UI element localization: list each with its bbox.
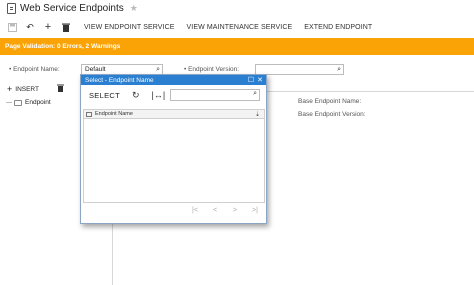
collapse-icon[interactable]: —: [6, 100, 12, 106]
base-endpoint-version-label: Base Endpoint Version:: [298, 111, 366, 118]
search-icon[interactable]: ⌕: [337, 65, 341, 74]
endpoint-name-label: • Endpoint Name:: [9, 66, 60, 73]
document-icon: [7, 3, 16, 14]
view-maintenance-service-button[interactable]: VIEW MAINTENANCE SERVICE: [187, 24, 293, 31]
close-icon[interactable]: ✕: [257, 76, 263, 84]
select-button[interactable]: SELECT: [89, 91, 120, 100]
page-title: Web Service Endpoints: [20, 3, 124, 14]
dialog-toolbar: SELECT ↻ |↔| ⌕: [81, 85, 266, 105]
pin-icon[interactable]: ⇣: [255, 111, 260, 118]
save-icon[interactable]: [6, 21, 18, 33]
view-endpoint-service-button[interactable]: VIEW ENDPOINT SERVICE: [84, 24, 175, 31]
last-page-icon[interactable]: >|: [245, 207, 265, 214]
insert-button[interactable]: + INSERT: [7, 84, 39, 94]
validation-bar: Page Validation: 0 Errors, 2 Warnings: [0, 38, 474, 55]
undo-icon[interactable]: ↶: [24, 21, 36, 33]
folder-icon: [14, 99, 22, 106]
dialog-search-input[interactable]: ⌕: [170, 89, 260, 101]
extend-endpoint-button[interactable]: EXTEND ENDPOINT: [304, 24, 372, 31]
endpoint-version-label: • Endpoint Version:: [184, 66, 240, 73]
dialog-title: Select - Endpoint Name: [85, 76, 154, 84]
fit-to-screen-icon[interactable]: |↔|: [152, 90, 166, 100]
main-toolbar: ↶ + VIEW ENDPOINT SERVICE VIEW MAINTENAN…: [0, 18, 474, 36]
next-page-icon[interactable]: >: [225, 207, 245, 214]
refresh-icon[interactable]: ↻: [132, 90, 140, 101]
search-icon[interactable]: ⌕: [156, 65, 160, 74]
delete-icon[interactable]: [60, 21, 72, 33]
maximize-icon[interactable]: ☐: [248, 76, 254, 84]
search-icon[interactable]: ⌕: [253, 90, 257, 98]
delete-icon[interactable]: [56, 84, 64, 94]
select-endpoint-dialog: Select - Endpoint Name ☐ ✕ SELECT ↻ |↔| …: [80, 74, 267, 224]
column-header-endpoint-name[interactable]: Endpoint Name: [95, 111, 133, 117]
grid-settings-icon[interactable]: [86, 111, 92, 117]
add-icon[interactable]: +: [42, 21, 54, 33]
pager: |< < > >|: [185, 207, 265, 214]
endpoint-version-field[interactable]: ⌕: [255, 64, 344, 75]
title-bar: Web Service Endpoints ★: [0, 0, 474, 17]
base-endpoint-name-label: Base Endpoint Name:: [298, 98, 362, 105]
plus-icon: +: [7, 84, 13, 94]
endpoint-grid: Endpoint Name ⇣: [83, 109, 265, 203]
grid-header: Endpoint Name ⇣: [84, 110, 264, 119]
favorite-star-icon[interactable]: ★: [130, 3, 138, 14]
first-page-icon[interactable]: |<: [185, 207, 205, 214]
dialog-header: Select - Endpoint Name ☐ ✕: [81, 75, 266, 85]
previous-page-icon[interactable]: <: [205, 207, 225, 214]
